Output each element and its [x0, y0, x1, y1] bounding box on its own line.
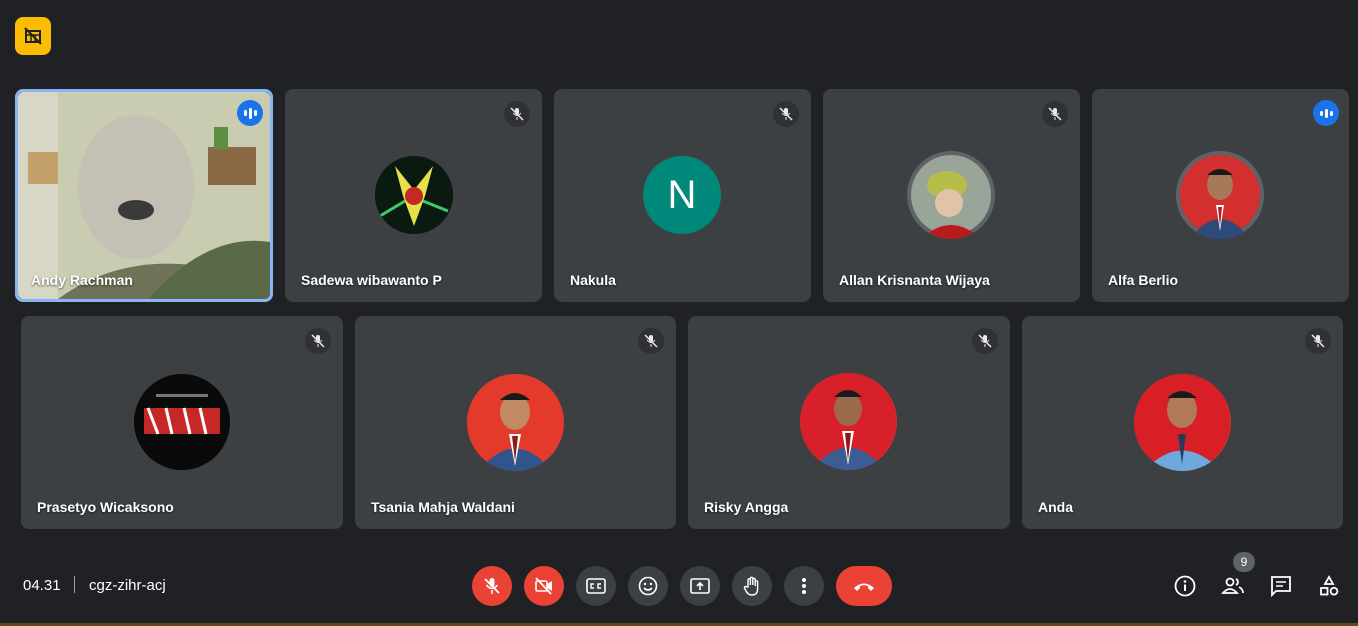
people-icon	[1221, 577, 1244, 594]
participant-avatar	[1176, 151, 1264, 239]
divider	[74, 576, 75, 593]
activities-icon	[1320, 575, 1339, 596]
more-options-button[interactable]	[784, 566, 824, 606]
participant-name: Tsania Mahja Waldani	[371, 499, 515, 515]
raise-hand-icon	[743, 576, 759, 596]
participant-avatar	[1134, 374, 1231, 471]
participant-tile[interactable]: Alfa Berlio	[1092, 89, 1349, 302]
participant-video	[18, 92, 270, 299]
mic-off-icon	[504, 101, 530, 127]
raise-hand-button[interactable]	[732, 566, 772, 606]
participant-avatar	[134, 374, 230, 470]
speaking-indicator-icon	[1313, 100, 1339, 126]
mic-off-icon	[484, 578, 500, 594]
no-recording-icon	[24, 27, 42, 45]
mic-off-icon	[972, 328, 998, 354]
meeting-details-button[interactable]	[1171, 572, 1199, 600]
reactions-button[interactable]	[628, 566, 668, 606]
participant-tile[interactable]: N Nakula	[554, 89, 811, 302]
chat-button[interactable]	[1267, 572, 1295, 600]
participant-tile[interactable]: Prasetyo Wicaksono	[21, 316, 343, 529]
participant-name: Sadewa wibawanto P	[301, 272, 442, 288]
participant-avatar	[800, 373, 897, 470]
bottom-toolbar: 04.31 cgz-zihr-acj 9	[0, 552, 1358, 626]
avatar-initial: N	[667, 172, 697, 217]
more-options-icon	[802, 578, 806, 594]
participant-avatar	[375, 156, 453, 234]
participant-avatar	[467, 374, 564, 471]
participant-name: Risky Angga	[704, 499, 789, 515]
info-icon	[1174, 575, 1196, 597]
participant-tile[interactable]: Anda	[1022, 316, 1343, 529]
participant-name: Andy Rachman	[31, 272, 133, 288]
people-count-badge: 9	[1233, 552, 1255, 572]
speaking-indicator-icon	[237, 100, 263, 126]
recording-off-badge[interactable]	[15, 17, 51, 55]
emoji-icon	[638, 576, 658, 596]
participant-name: Allan Krisnanta Wijaya	[839, 272, 990, 288]
chat-icon	[1271, 576, 1291, 597]
people-button[interactable]	[1219, 572, 1247, 600]
participant-tile[interactable]: Andy Rachman	[15, 89, 273, 302]
toggle-mic-button[interactable]	[472, 566, 512, 606]
participant-name: Nakula	[570, 272, 616, 288]
captions-button[interactable]	[576, 566, 616, 606]
toggle-camera-button[interactable]	[524, 566, 564, 606]
participant-avatar: N	[643, 156, 721, 234]
participant-tile[interactable]: Risky Angga	[688, 316, 1010, 529]
meet-window: Andy Rachman Sadewa wibawanto P N Nakula	[0, 0, 1358, 626]
mic-off-icon	[773, 101, 799, 127]
participant-tile[interactable]: Sadewa wibawanto P	[285, 89, 542, 302]
meeting-time: 04.31	[23, 577, 61, 594]
mic-off-icon	[1042, 101, 1068, 127]
mic-off-icon	[638, 328, 664, 354]
activities-button[interactable]	[1315, 572, 1343, 600]
participant-name: Alfa Berlio	[1108, 272, 1179, 288]
present-icon	[690, 578, 710, 594]
participant-name: Anda	[1038, 499, 1073, 515]
present-button[interactable]	[680, 566, 720, 606]
participant-avatar	[907, 151, 995, 239]
captions-icon	[586, 578, 606, 594]
camera-off-icon	[535, 577, 552, 595]
participant-tile[interactable]: Tsania Mahja Waldani	[355, 316, 676, 529]
participant-tile[interactable]: Allan Krisnanta Wijaya	[823, 89, 1080, 302]
end-call-icon	[854, 583, 874, 591]
mic-off-icon	[1305, 328, 1331, 354]
meeting-code[interactable]: cgz-zihr-acj	[89, 577, 166, 594]
mic-off-icon	[305, 328, 331, 354]
participant-name: Prasetyo Wicaksono	[37, 499, 174, 515]
leave-call-button[interactable]	[836, 566, 892, 606]
